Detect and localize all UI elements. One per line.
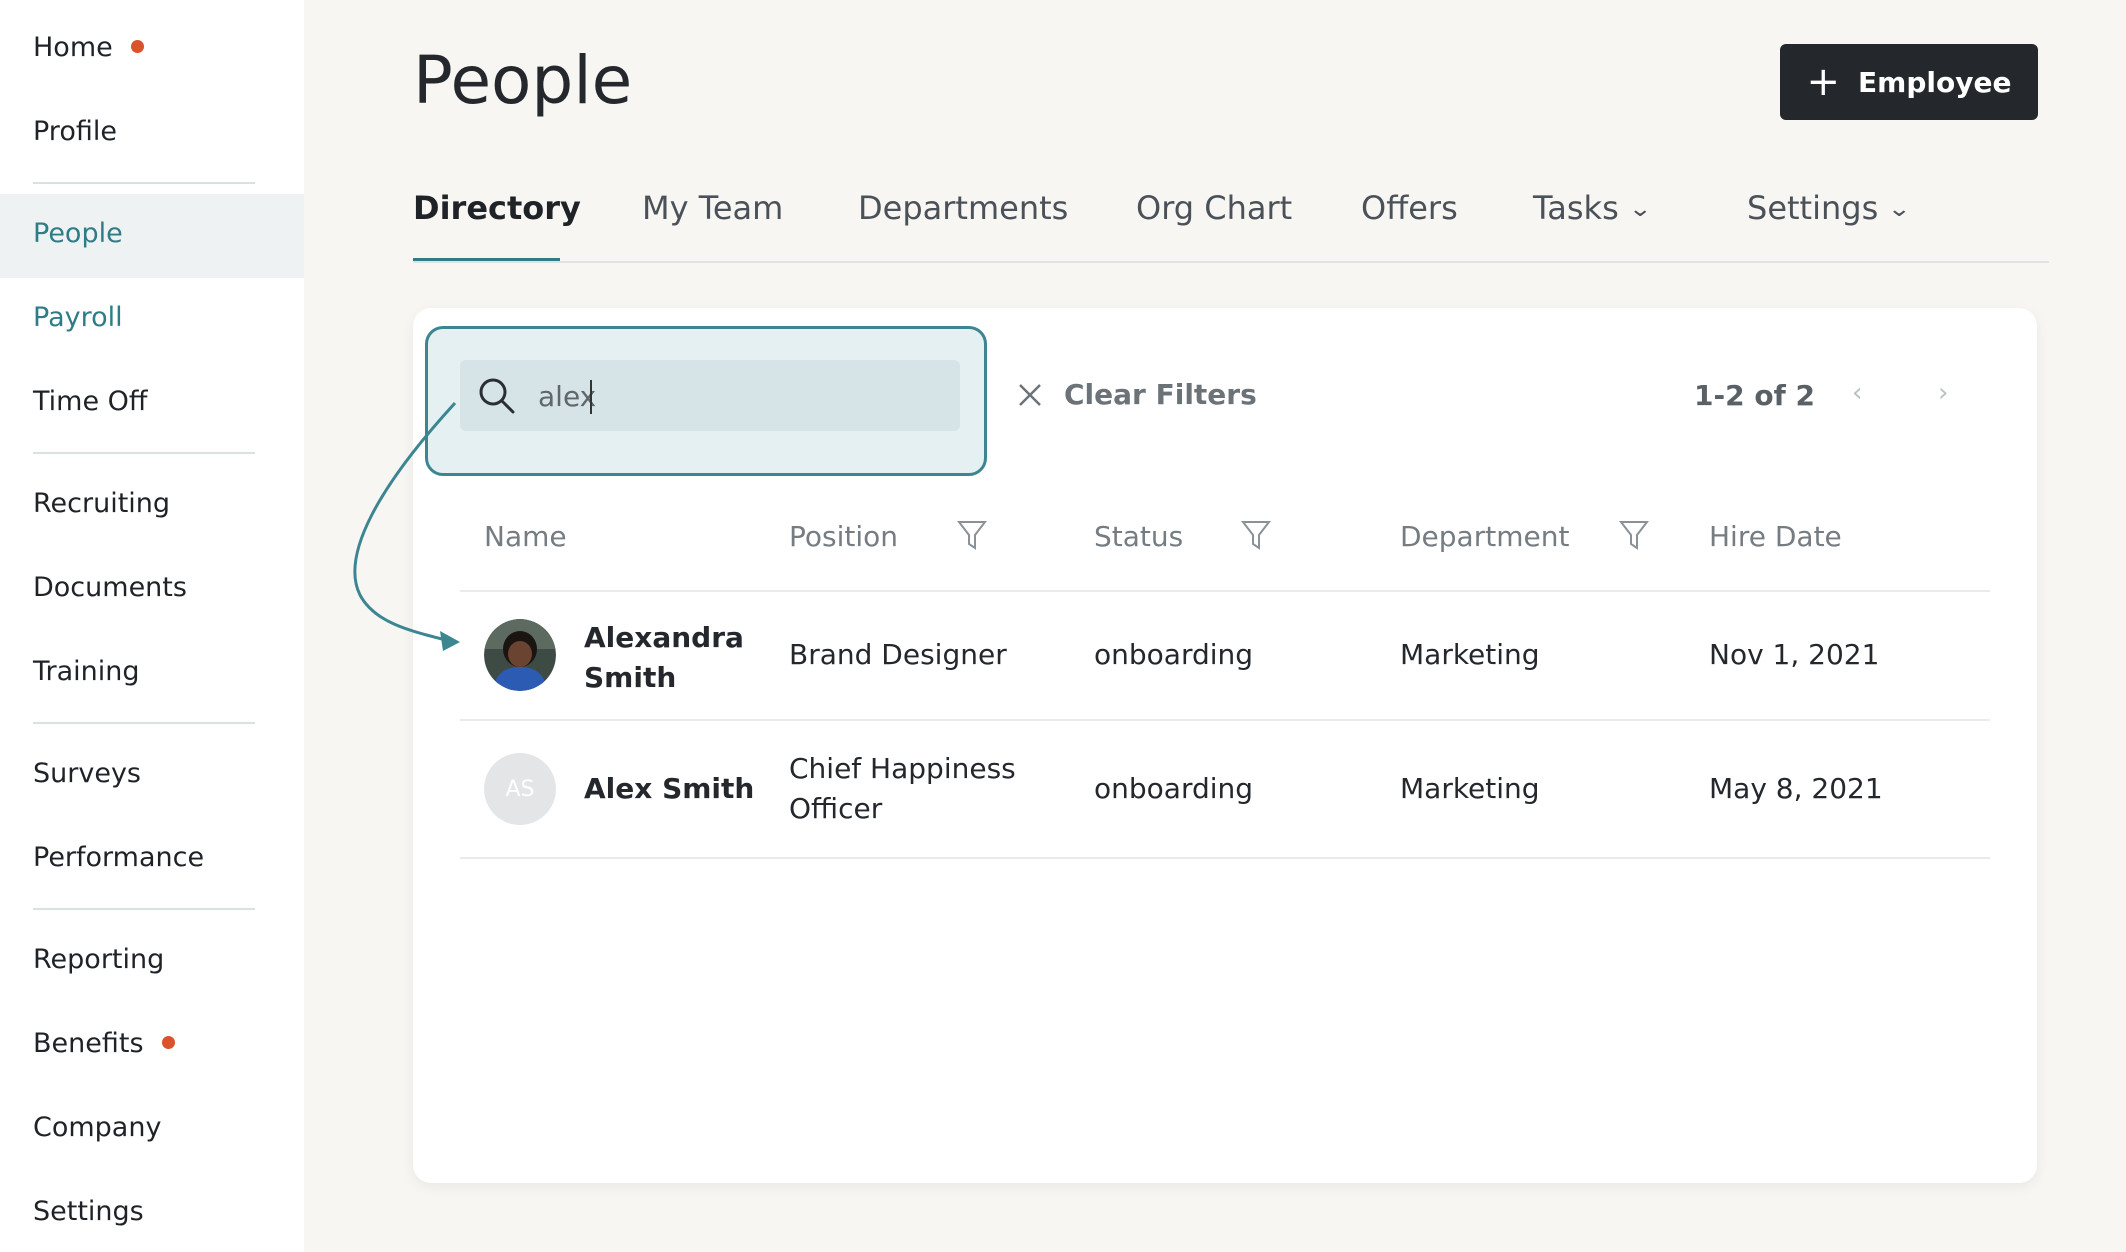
column-header-department[interactable]: Department	[1400, 520, 1569, 553]
sidebar-item-documents[interactable]: Documents	[33, 572, 187, 603]
sidebar-divider	[33, 452, 255, 454]
filter-icon[interactable]	[957, 519, 987, 551]
sidebar-item-training[interactable]: Training	[33, 656, 140, 687]
pagination-count: 1-2 of 2	[1694, 379, 1815, 412]
employee-position: Chief Happiness Officer	[789, 752, 1016, 825]
clear-filters-button[interactable]: Clear Filters	[1016, 378, 1257, 411]
avatar: AS	[484, 753, 556, 825]
employee-status: onboarding	[1094, 638, 1254, 671]
plus-icon: +	[1806, 59, 1841, 105]
sidebar-item-people[interactable]: People	[33, 218, 123, 249]
filter-icon[interactable]	[1241, 519, 1271, 551]
add-employee-label: Employee	[1858, 65, 2012, 99]
sidebar-item-benefits[interactable]: Benefits	[33, 1028, 175, 1059]
search-field[interactable]	[460, 360, 960, 431]
sidebar-item-reporting[interactable]: Reporting	[33, 944, 164, 975]
tab-directory[interactable]: Directory	[413, 189, 581, 227]
notification-dot	[161, 1036, 175, 1049]
search-icon	[479, 378, 515, 414]
column-header-hire-date[interactable]: Hire Date	[1709, 520, 1842, 553]
close-icon	[1019, 383, 1041, 406]
sidebar-item-settings[interactable]: Settings	[33, 1196, 144, 1227]
sidebar-item-home[interactable]: Home	[33, 32, 144, 63]
sidebar-item-payroll[interactable]: Payroll	[33, 302, 123, 333]
active-tab-indicator	[413, 258, 560, 261]
sidebar: Home Profile People Payroll Time Off Rec…	[0, 0, 304, 1252]
next-page-button[interactable]: ›	[1938, 378, 1948, 408]
tab-my-team[interactable]: My Team	[642, 189, 783, 227]
chevron-down-icon: ⌄	[1887, 197, 1912, 222]
column-header-position[interactable]: Position	[789, 520, 898, 553]
column-header-name[interactable]: Name	[484, 520, 567, 553]
tab-departments[interactable]: Departments	[858, 189, 1068, 227]
page-title: People	[413, 42, 633, 119]
tab-offers[interactable]: Offers	[1361, 189, 1458, 227]
employee-position: Brand Designer	[789, 638, 1007, 671]
avatar	[484, 619, 556, 691]
tab-settings[interactable]: Settings ⌄	[1747, 189, 1912, 227]
sidebar-item-label: Benefits	[33, 1028, 144, 1059]
tab-bar: Directory My Team Departments Org Chart …	[413, 182, 2049, 263]
prev-page-button[interactable]: ‹	[1852, 378, 1862, 408]
search-input[interactable]	[536, 372, 940, 420]
sidebar-item-recruiting[interactable]: Recruiting	[33, 488, 170, 519]
sidebar-divider	[33, 182, 255, 184]
add-employee-button[interactable]: + Employee	[1780, 44, 2038, 120]
row-divider	[460, 719, 1990, 721]
filter-icon[interactable]	[1619, 519, 1649, 551]
text-caret	[590, 380, 592, 414]
annotation-arrow	[353, 401, 460, 651]
tab-label: Settings	[1747, 189, 1879, 227]
sidebar-item-performance[interactable]: Performance	[33, 842, 204, 873]
employee-department: Marketing	[1400, 772, 1540, 805]
employee-name[interactable]: Alex Smith	[584, 769, 754, 809]
employee-hire-date: May 8, 2021	[1709, 772, 1883, 805]
employee-department: Marketing	[1400, 638, 1540, 671]
sidebar-item-company[interactable]: Company	[33, 1112, 161, 1143]
employee-hire-date: Nov 1, 2021	[1709, 638, 1880, 671]
employee-status: onboarding	[1094, 772, 1254, 805]
sidebar-divider	[33, 722, 255, 724]
tab-tasks[interactable]: Tasks ⌄	[1533, 189, 1652, 227]
sidebar-item-time-off[interactable]: Time Off	[33, 386, 148, 417]
sidebar-item-surveys[interactable]: Surveys	[33, 758, 141, 789]
row-divider	[460, 590, 1990, 592]
row-divider	[460, 857, 1990, 859]
notification-dot	[130, 40, 144, 53]
tab-org-chart[interactable]: Org Chart	[1136, 189, 1292, 227]
sidebar-item-profile[interactable]: Profile	[33, 116, 117, 147]
clear-filters-label: Clear Filters	[1064, 378, 1257, 411]
column-header-status[interactable]: Status	[1094, 520, 1183, 553]
employee-name[interactable]: Alexandra Smith	[584, 618, 744, 698]
sidebar-divider	[33, 908, 255, 910]
tab-label: Tasks	[1533, 189, 1619, 227]
chevron-down-icon: ⌄	[1627, 197, 1652, 222]
sidebar-item-label: Home	[33, 32, 113, 63]
